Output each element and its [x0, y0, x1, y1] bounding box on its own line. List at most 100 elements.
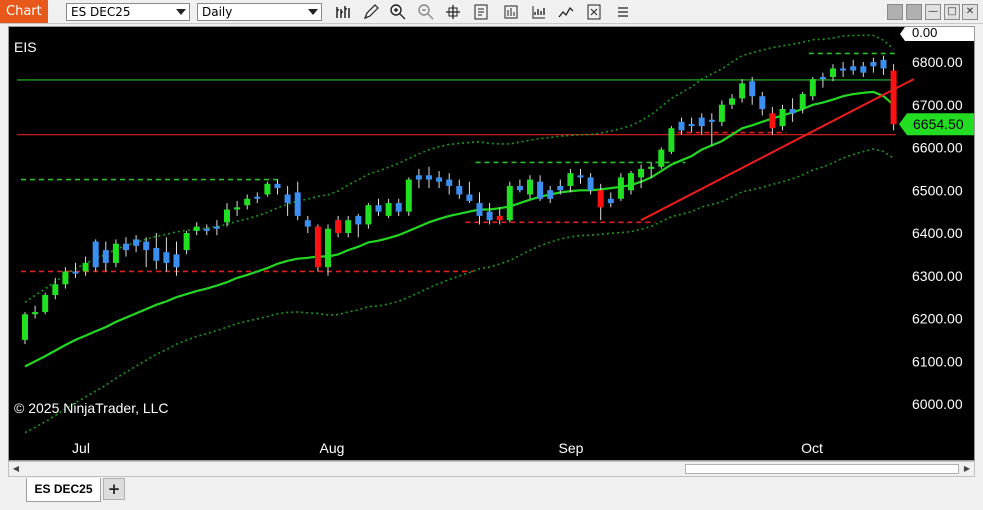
candle[interactable] [769, 106, 776, 135]
scroll-right-icon[interactable]: ▶ [960, 462, 974, 476]
candle[interactable] [809, 76, 816, 101]
candle[interactable] [708, 113, 715, 146]
candle[interactable] [789, 98, 796, 122]
candle[interactable] [254, 192, 261, 204]
scrollbar-thumb[interactable] [685, 464, 959, 474]
candle[interactable] [375, 198, 382, 216]
candle[interactable] [123, 237, 129, 257]
candle[interactable] [506, 181, 513, 223]
candle[interactable] [890, 64, 897, 131]
candle[interactable] [668, 126, 675, 154]
candle[interactable] [335, 215, 342, 238]
candle[interactable] [577, 168, 584, 184]
horizontal-scrollbar[interactable]: ◀ ▶ [8, 461, 975, 477]
candle[interactable] [516, 179, 523, 193]
candle[interactable] [405, 177, 412, 216]
candle[interactable] [638, 164, 645, 189]
candle[interactable] [426, 166, 432, 189]
candle[interactable] [133, 235, 140, 253]
tile-icon[interactable] [887, 4, 903, 20]
candle[interactable] [52, 277, 59, 300]
candle[interactable] [284, 185, 291, 216]
candle[interactable] [476, 192, 483, 225]
candle[interactable] [264, 181, 271, 197]
candle[interactable] [395, 198, 402, 216]
candle[interactable] [102, 241, 109, 272]
candle[interactable] [739, 79, 746, 103]
candle[interactable] [153, 233, 160, 270]
scroll-left-icon[interactable]: ◀ [9, 462, 23, 476]
candle[interactable] [365, 203, 372, 229]
attach-icon[interactable] [585, 3, 603, 21]
candle[interactable] [779, 104, 786, 131]
add-tab-icon[interactable]: + [103, 478, 125, 500]
candle[interactable] [143, 237, 150, 268]
candle[interactable] [456, 179, 463, 199]
candle[interactable] [274, 179, 281, 195]
candle[interactable] [567, 168, 574, 193]
candle[interactable] [537, 175, 544, 201]
candle[interactable] [213, 220, 220, 236]
candle[interactable] [22, 312, 28, 345]
candle[interactable] [840, 62, 847, 77]
candle[interactable] [244, 194, 251, 210]
chart-panel[interactable]: 6800.00 6700.00 6600.00 6500.00 6400.00 6300.… [8, 26, 975, 461]
candle[interactable] [527, 175, 533, 199]
candle[interactable] [183, 230, 190, 255]
data-box-icon[interactable] [502, 3, 520, 21]
candle[interactable] [62, 267, 69, 289]
candle[interactable] [547, 185, 554, 204]
draw-pencil-icon[interactable] [362, 3, 380, 21]
cascade-icon[interactable] [906, 4, 922, 20]
candle[interactable] [688, 117, 695, 133]
candle[interactable] [224, 203, 230, 227]
candle[interactable] [234, 200, 241, 216]
candle[interactable] [163, 237, 170, 272]
candle[interactable] [486, 203, 493, 225]
candle[interactable] [628, 171, 634, 195]
candle[interactable] [32, 305, 39, 319]
candle[interactable] [92, 239, 99, 272]
candle[interactable] [729, 94, 735, 110]
candle[interactable] [294, 181, 301, 221]
zoom-out-icon[interactable] [417, 3, 435, 21]
minimize-icon[interactable]: — [925, 4, 941, 20]
candle[interactable] [72, 262, 79, 278]
candle[interactable] [617, 173, 624, 201]
candle[interactable] [325, 224, 331, 276]
candle[interactable] [446, 173, 453, 195]
candle[interactable] [436, 171, 443, 189]
properties-icon[interactable] [472, 3, 490, 21]
crosshair-icon[interactable] [444, 3, 462, 21]
candle[interactable] [860, 62, 867, 77]
candle[interactable] [759, 91, 766, 116]
candle[interactable] [870, 57, 877, 73]
bar-type-icon[interactable] [334, 3, 352, 21]
candle[interactable] [304, 215, 311, 233]
candle[interactable] [173, 241, 180, 276]
candle[interactable] [345, 215, 352, 238]
candle[interactable] [355, 213, 362, 238]
zoom-in-icon[interactable] [389, 3, 407, 21]
strategies-icon[interactable] [557, 3, 575, 21]
candle[interactable] [203, 224, 210, 236]
candle[interactable] [193, 222, 200, 236]
candle[interactable] [698, 113, 705, 135]
candle[interactable] [314, 224, 321, 272]
indicators-icon[interactable] [530, 3, 548, 21]
candle[interactable] [749, 76, 756, 105]
candle[interactable] [82, 256, 89, 276]
price-chart[interactable]: 6800.00 6700.00 6600.00 6500.00 6400.00 6300.… [9, 27, 974, 460]
candle[interactable] [385, 198, 392, 219]
candle[interactable] [42, 292, 49, 315]
candle[interactable] [850, 59, 857, 75]
candle[interactable] [830, 64, 836, 82]
candle[interactable] [112, 239, 119, 268]
candle[interactable] [466, 181, 473, 204]
candle[interactable] [658, 147, 665, 169]
chart-title-tab[interactable]: Chart [0, 0, 48, 23]
close-icon[interactable]: ✕ [962, 4, 978, 20]
maximize-icon[interactable]: □ [944, 4, 960, 20]
period-selector[interactable]: Daily [197, 3, 322, 21]
more-icon[interactable] [614, 3, 632, 21]
